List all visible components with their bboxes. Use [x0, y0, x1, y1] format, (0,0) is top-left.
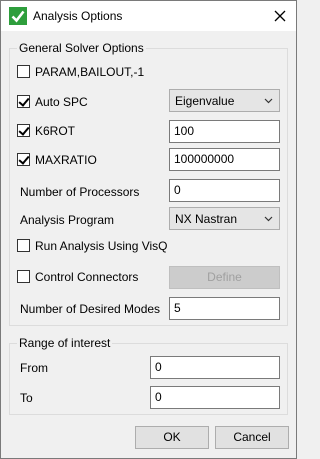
k6rot-checkbox[interactable]	[17, 124, 30, 137]
define-button[interactable]: Define	[169, 266, 280, 289]
bailout-label: PARAM,BAILOUT,-1	[35, 65, 145, 79]
desired-modes-input[interactable]: 5	[169, 297, 280, 320]
processors-label: Number of Processors	[20, 185, 140, 199]
k6rot-input[interactable]: 100	[169, 120, 280, 143]
control-connectors-label: Control Connectors	[35, 270, 139, 284]
maxratio-checkbox[interactable]	[17, 153, 30, 166]
checkmark-app-icon	[9, 7, 27, 25]
maxratio-input[interactable]: 100000000	[169, 148, 280, 171]
visq-checkbox[interactable]	[17, 239, 30, 252]
bailout-checkbox[interactable]	[17, 65, 30, 78]
window-title: Analysis Options	[33, 9, 123, 23]
auto-spc-checkbox[interactable]	[17, 95, 30, 108]
desired-modes-label: Number of Desired Modes	[20, 302, 161, 316]
maxratio-label: MAXRATIO	[35, 153, 97, 167]
range-from-input[interactable]: 0	[150, 356, 280, 379]
chevron-down-icon	[264, 216, 273, 222]
k6rot-label: K6ROT	[35, 124, 76, 138]
auto-spc-select-value: Eigenvalue	[175, 94, 235, 108]
close-icon[interactable]	[270, 6, 290, 26]
analysis-program-select-value: NX Nastran	[175, 212, 238, 226]
control-connectors-checkbox[interactable]	[17, 270, 30, 283]
analysis-options-dialog: Analysis Options General Solver Options …	[0, 0, 297, 459]
auto-spc-label: Auto SPC	[35, 95, 88, 109]
range-from-label: From	[20, 361, 48, 375]
processors-input[interactable]: 0	[169, 179, 280, 202]
analysis-program-label: Analysis Program	[20, 213, 115, 227]
auto-spc-select[interactable]: Eigenvalue	[169, 89, 280, 112]
ok-button[interactable]: OK	[135, 426, 209, 449]
cancel-button[interactable]: Cancel	[215, 426, 289, 449]
general-solver-options-label: General Solver Options	[17, 41, 146, 55]
range-to-label: To	[20, 391, 33, 405]
chevron-down-icon	[264, 98, 273, 104]
analysis-program-select[interactable]: NX Nastran	[169, 207, 280, 230]
title-bar: Analysis Options	[1, 1, 296, 31]
visq-label: Run Analysis Using VisQ	[35, 239, 168, 253]
range-of-interest-label: Range of interest	[17, 336, 113, 350]
range-to-input[interactable]: 0	[150, 386, 280, 409]
